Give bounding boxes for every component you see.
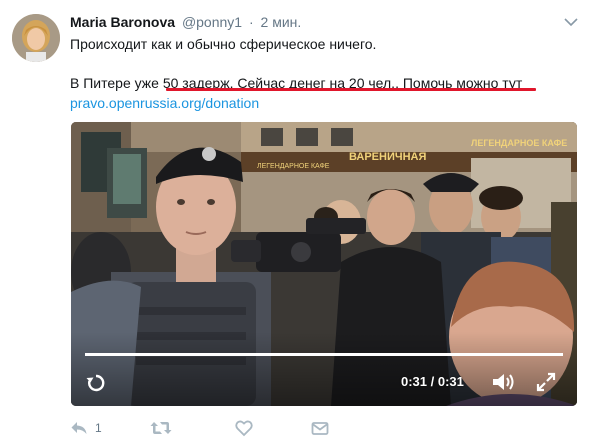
sign-varenichnaya: ВАРЕНИЧНАЯ [349, 151, 426, 163]
like-button[interactable] [235, 418, 253, 438]
retweet-button[interactable] [150, 418, 172, 438]
retweet-icon [150, 422, 172, 434]
sign-legendary-cafe-left: ЛЕГЕНДАРНОЕ КАФЕ [257, 163, 330, 170]
chevron-down-icon[interactable] [563, 14, 579, 30]
replay-icon[interactable] [85, 372, 107, 394]
timestamp[interactable]: 2 мин. [261, 14, 302, 30]
reply-icon [71, 422, 87, 434]
highlight-underline [166, 88, 536, 91]
tweet-actions: 1 [70, 418, 370, 438]
volume-icon[interactable] [491, 371, 515, 393]
tweet-header: Maria Baronova @ponny1 · 2 мин. [70, 13, 301, 31]
video-player[interactable]: ВАРЕНИЧНАЯ ЛЕГЕНДАРНОЕ КАФЕ ЛЕГЕНДАРНОЕ … [71, 122, 577, 406]
video-timecode: 0:31 / 0:31 [401, 374, 464, 389]
envelope-icon [311, 422, 329, 435]
donation-link[interactable]: pravo.openrussia.org/donation [70, 95, 259, 111]
reply-button[interactable]: 1 [70, 418, 102, 438]
fullscreen-icon[interactable] [536, 372, 556, 392]
tweet-line-2-prefix: В Питере уже [70, 75, 163, 91]
video-frame: ВАРЕНИЧНАЯ ЛЕГЕНДАРНОЕ КАФЕ ЛЕГЕНДАРНОЕ … [71, 122, 577, 406]
reply-count: 1 [95, 421, 102, 435]
video-progress-fill [85, 353, 563, 356]
video-progress-bar[interactable] [85, 353, 563, 356]
heart-icon [235, 420, 253, 437]
direct-message-button[interactable] [311, 418, 329, 438]
author-name[interactable]: Maria Baronova [70, 14, 175, 30]
tweet-line-1: Происходит как и обычно сферическое ниче… [70, 36, 377, 52]
avatar-image [12, 14, 60, 62]
author-handle[interactable]: @ponny1 [182, 14, 242, 30]
tweet-text: Происходит как и обычно сферическое ниче… [70, 35, 580, 113]
separator-dot: · [248, 14, 254, 30]
avatar[interactable] [12, 14, 60, 62]
tweet: Maria Baronova @ponny1 · 2 мин. Происход… [0, 0, 595, 445]
sign-legendary-cafe-right: ЛЕГЕНДАРНОЕ КАФЕ [471, 138, 567, 148]
